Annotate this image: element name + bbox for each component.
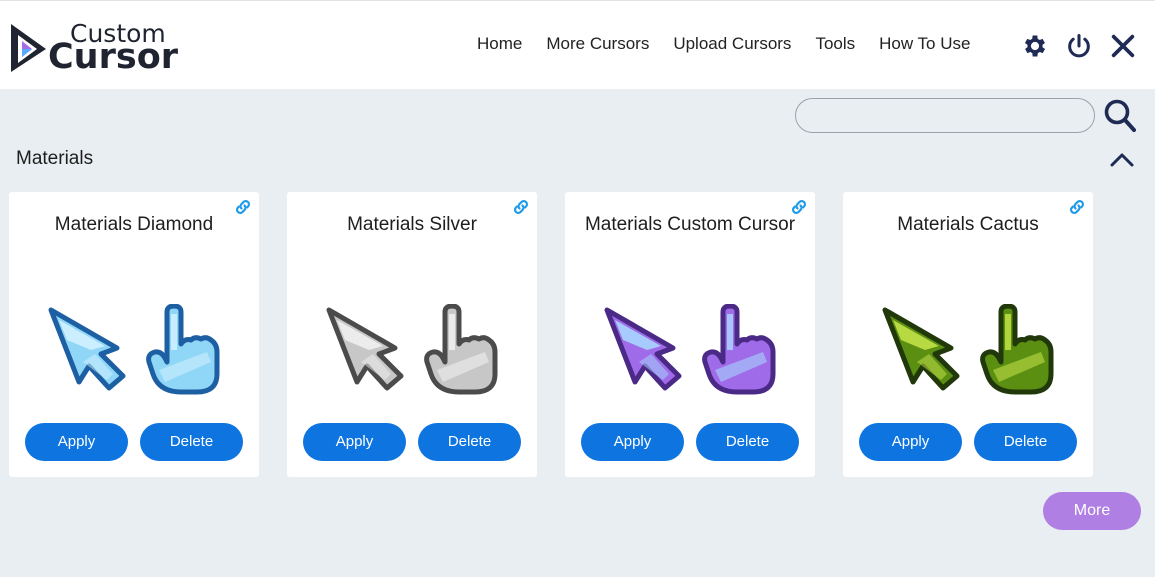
power-icon[interactable] — [1065, 32, 1093, 60]
cursor-hand-icon — [145, 304, 223, 396]
logo[interactable]: Custom Cursor — [8, 19, 188, 77]
cursor-hand-icon — [701, 304, 779, 396]
link-icon[interactable] — [511, 198, 531, 216]
nav-home[interactable]: Home — [477, 34, 522, 54]
cursor-card: Materials Custom Cursor Apply Delete — [565, 192, 815, 477]
apply-button[interactable]: Apply — [581, 423, 684, 461]
card-title: Materials Silver — [347, 214, 477, 235]
link-icon[interactable] — [789, 198, 809, 216]
delete-button[interactable]: Delete — [418, 423, 521, 461]
nav-more-cursors[interactable]: More Cursors — [546, 34, 649, 54]
apply-button[interactable]: Apply — [303, 423, 406, 461]
delete-button[interactable]: Delete — [696, 423, 799, 461]
search-input[interactable] — [795, 98, 1095, 133]
close-icon[interactable] — [1109, 32, 1137, 60]
cursor-arrow-icon — [877, 304, 963, 392]
cursor-hand-icon — [423, 304, 501, 396]
nav-tools[interactable]: Tools — [815, 34, 855, 54]
card-title: Materials Diamond — [54, 214, 214, 235]
cursor-card: Materials Cactus Apply Delete — [843, 192, 1093, 477]
cursor-hand-icon — [979, 304, 1057, 396]
cursor-arrow-icon — [321, 304, 407, 392]
apply-button[interactable]: Apply — [859, 423, 962, 461]
nav-how-to-use[interactable]: How To Use — [879, 34, 970, 54]
delete-button[interactable]: Delete — [140, 423, 243, 461]
more-button[interactable]: More — [1043, 492, 1141, 530]
cursor-card: Materials Silver Apply Delete — [287, 192, 537, 477]
card-title: Materials Cactus — [897, 214, 1039, 235]
section-title: Materials — [16, 148, 94, 169]
cursor-arrow-icon — [43, 304, 129, 392]
logo-text-cursor: Cursor — [48, 37, 179, 77]
apply-button[interactable]: Apply — [25, 423, 128, 461]
cursor-arrow-icon — [599, 304, 685, 392]
chevron-up-icon[interactable] — [1108, 150, 1136, 170]
gear-icon[interactable] — [1021, 32, 1049, 60]
nav-upload-cursors[interactable]: Upload Cursors — [673, 34, 791, 54]
search-icon[interactable] — [1103, 98, 1137, 134]
delete-button[interactable]: Delete — [974, 423, 1077, 461]
cursor-card: Materials Diamond Apply Delete — [9, 192, 259, 477]
link-icon[interactable] — [233, 198, 253, 216]
logo-arrow-icon — [11, 24, 46, 72]
app-header: Custom Cursor Home More Cursors Upload C… — [0, 0, 1155, 89]
card-title: Materials Custom Cursor — [584, 214, 796, 235]
main-nav: Home More Cursors Upload Cursors Tools H… — [477, 34, 994, 54]
link-icon[interactable] — [1067, 198, 1087, 216]
